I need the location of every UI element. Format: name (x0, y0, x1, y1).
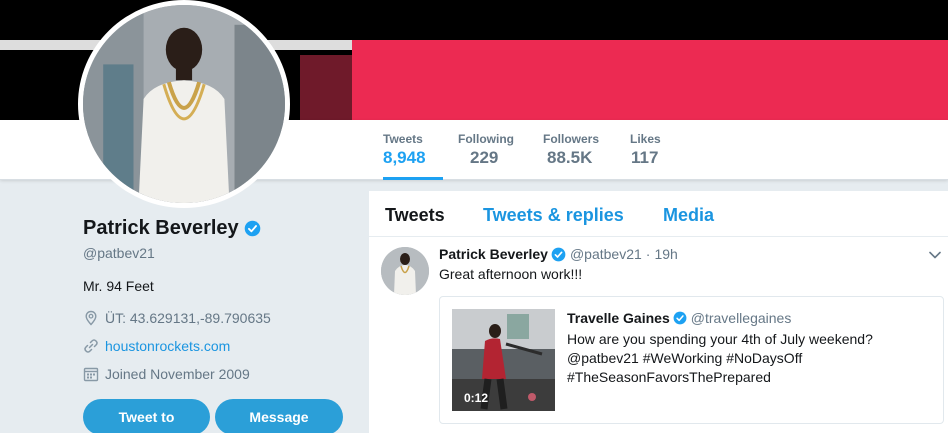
stat-label: Followers (543, 132, 600, 146)
tweet-timestamp[interactable]: 19h (654, 246, 677, 262)
profile-location: ÜT: 43.629131,-89.790635 (83, 310, 271, 326)
link-icon (84, 339, 98, 353)
stat-label: Likes (630, 132, 661, 146)
stat-value: 229 (470, 148, 499, 167)
avatar-photo (83, 5, 285, 203)
verified-badge-icon (551, 247, 566, 261)
timeline-tabs: Tweets Tweets & replies Media (369, 191, 948, 237)
website-link[interactable]: houstonrockets.com (105, 338, 230, 354)
profile-name-row: Patrick Beverley (83, 217, 261, 240)
tweet-item[interactable]: Patrick Beverley @patbev21 · 19h Great a… (369, 238, 948, 433)
stat-label: Tweets (383, 132, 423, 146)
tab-tweets[interactable]: Tweets (385, 205, 445, 226)
tweet-author-handle[interactable]: @patbev21 (570, 246, 642, 262)
profile-avatar[interactable] (78, 0, 290, 208)
stat-likes[interactable]: Likes 117 (630, 132, 675, 180)
verified-badge-icon (244, 220, 260, 237)
tweet-author-avatar[interactable] (381, 247, 429, 295)
profile-name: Patrick Beverley (83, 217, 239, 239)
stat-followers[interactable]: Followers 88.5K (543, 132, 613, 180)
profile-website: houstonrockets.com (83, 338, 230, 354)
chevron-down-icon[interactable] (928, 248, 942, 262)
banner-red-block (352, 40, 948, 120)
tab-tweets-and-replies[interactable]: Tweets & replies (483, 205, 624, 226)
calendar-icon (83, 367, 99, 382)
timeline: Tweets Tweets & replies Media Patrick Be… (369, 191, 948, 433)
quoted-tweet-video[interactable]: 0:12 (452, 309, 555, 411)
profile-handle: @patbev21 (83, 245, 155, 261)
tweet-to-button[interactable]: Tweet to (83, 399, 210, 433)
quoted-tweet-header: Travelle Gaines @travellegaines (567, 310, 791, 326)
tweet-header: Patrick Beverley @patbev21 · 19h (439, 246, 678, 262)
quoted-tweet[interactable]: 0:12 Travelle Gaines @travellegaines How… (439, 296, 944, 424)
location-text: ÜT: 43.629131,-89.790635 (105, 310, 271, 326)
joined-text: Joined November 2009 (105, 366, 250, 382)
banner-shade (300, 55, 360, 120)
profile-joined: Joined November 2009 (83, 366, 250, 382)
profile-bio: Mr. 94 Feet (83, 278, 154, 294)
quoted-author-handle[interactable]: @travellegaines (691, 310, 792, 326)
tab-media[interactable]: Media (663, 205, 714, 226)
stat-label: Following (458, 132, 514, 146)
stat-value: 88.5K (547, 148, 593, 167)
stat-value: 117 (631, 148, 659, 167)
stat-tweets[interactable]: Tweets 8,948 (383, 132, 443, 180)
video-duration: 0:12 (464, 391, 489, 405)
stat-following[interactable]: Following 229 (458, 132, 518, 180)
verified-badge-icon (673, 311, 687, 325)
stat-value: 8,948 (383, 148, 426, 167)
quoted-tweet-text: How are you spending your 4th of July we… (567, 331, 873, 385)
message-button[interactable]: Message (215, 399, 343, 433)
tweet-author-name[interactable]: Patrick Beverley (439, 246, 548, 262)
quoted-author-name[interactable]: Travelle Gaines (567, 310, 670, 326)
tweet-separator: · (645, 246, 651, 262)
tweet-avatar-photo (381, 247, 429, 295)
tweet-text: Great afternoon work!!! (439, 266, 583, 282)
location-pin-icon (85, 310, 97, 326)
